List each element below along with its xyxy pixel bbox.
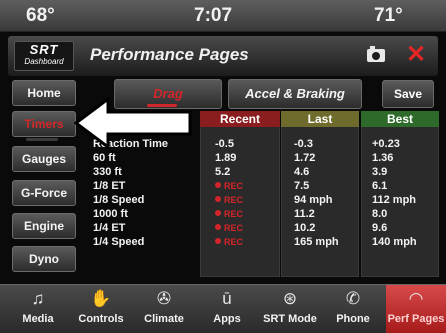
recent-values: -0.5 1.89 5.2 REC REC REC REC REC: [215, 137, 243, 249]
record-dot-icon: [215, 238, 221, 244]
row-label: 330 ft: [93, 166, 122, 178]
nav-phone[interactable]: ✆ Phone: [323, 285, 383, 333]
table-cell-best: 8.0: [372, 208, 388, 220]
last-values: -0.3 1.72 4.6 7.5 94 mph 11.2 10.2 165 mph: [294, 137, 339, 249]
nav-label: Controls: [78, 313, 124, 325]
row-label: 1/8 Speed: [93, 194, 145, 206]
nav-srt-mode[interactable]: ⊛ SRT Mode: [260, 285, 320, 333]
header-recent: Recent: [200, 111, 280, 127]
clock: 7:07: [194, 5, 233, 26]
record-dot-icon: [215, 224, 221, 230]
music-note-icon: ♫: [31, 289, 45, 308]
selection-marker: [26, 138, 58, 141]
table-cell-last: 7.5: [294, 180, 310, 192]
table-cell-recent: REC: [215, 207, 243, 221]
table-cell-last: 1.72: [294, 152, 316, 164]
nav-label: Phone: [336, 313, 370, 325]
left-arrow-icon: [74, 97, 192, 149]
table-cell-best: 9.6: [372, 222, 388, 234]
nav-perf-pages[interactable]: ◠ Perf Pages: [386, 285, 446, 333]
record-dot-icon: [215, 210, 221, 216]
nav-climate[interactable]: ✇ Climate: [134, 285, 194, 333]
best-values: +0.23 1.36 3.9 6.1 112 mph 8.0 9.6 140 mph: [372, 137, 417, 249]
table-cell-recent: REC: [215, 179, 243, 193]
table-cell-last: 11.2: [294, 208, 315, 220]
table-cell-last: -0.3: [294, 138, 313, 150]
record-dot-icon: [215, 182, 221, 188]
nav-controls[interactable]: ✋ Controls: [71, 285, 131, 333]
row-label: 1/8 ET: [93, 180, 126, 192]
sidebar-item-engine[interactable]: Engine: [12, 213, 76, 239]
phone-signal-icon: ✆: [345, 289, 361, 308]
row-labels: Reaction Time 60 ft 330 ft 1/8 ET 1/8 Speed 1…: [93, 137, 168, 249]
srt-dashboard-logo[interactable]: SRT Dashboard: [14, 41, 74, 71]
row-label: 1/4 ET: [93, 222, 126, 234]
sidebar-item-dyno[interactable]: Dyno: [12, 246, 76, 272]
sidebar-item-timers[interactable]: Timers: [12, 111, 76, 137]
record-dot-icon: [215, 196, 221, 202]
table-cell-recent: -0.5: [215, 138, 234, 150]
outside-temp-left: 68°: [26, 5, 55, 26]
table-cell-best: 140 mph: [372, 236, 417, 248]
fan-icon: ✇: [156, 289, 172, 308]
page-title: Performance Pages: [90, 45, 249, 64]
nav-label: Apps: [213, 313, 241, 325]
table-cell-best: 6.1: [372, 180, 388, 192]
table-cell-best: 3.9: [372, 166, 388, 178]
nav-label: SRT Mode: [263, 313, 317, 325]
table-cell-last: 4.6: [294, 166, 310, 178]
table-cell-last: 165 mph: [294, 236, 339, 248]
row-label: 1/4 Speed: [93, 236, 145, 248]
steering-wheel-icon: ⊛: [282, 289, 298, 308]
sidebar-item-home[interactable]: Home: [12, 80, 76, 106]
nav-apps[interactable]: ū Apps: [197, 285, 257, 333]
sidebar-item-g-force[interactable]: G-Force: [12, 180, 76, 206]
bottom-nav-bar: ♫ Media ✋ Controls ✇ Climate ū Apps ⊛ SRT Mode ✆ Ph…: [0, 284, 446, 333]
hand-icon: ✋: [90, 289, 112, 308]
nav-label: Climate: [144, 313, 184, 325]
table-cell-recent: REC: [215, 221, 243, 235]
table-cell-best: +0.23: [372, 138, 400, 150]
table-cell-best: 112 mph: [372, 194, 417, 206]
outside-temp-right: 71°: [374, 5, 403, 26]
tab-accel-braking[interactable]: Accel & Braking: [228, 79, 362, 109]
header-last: Last: [281, 111, 359, 127]
table-cell-last: 10.2: [294, 222, 316, 234]
page-header: SRT Dashboard Performance Pages ✕: [8, 36, 438, 76]
camera-icon[interactable]: [367, 46, 385, 62]
table-cell-recent: 5.2: [215, 166, 231, 178]
nav-label: Perf Pages: [387, 313, 445, 325]
gauge-icon: ◠: [408, 289, 424, 308]
row-label: 60 ft: [93, 152, 116, 164]
sidebar-item-gauges[interactable]: Gauges: [12, 146, 76, 172]
table-cell-best: 1.36: [372, 152, 394, 164]
status-bar: 68° 7:07 71°: [0, 0, 446, 32]
table-cell-recent: REC: [215, 235, 243, 249]
close-icon[interactable]: ✕: [406, 41, 426, 69]
apps-icon: ū: [222, 289, 232, 308]
row-label: 1000 ft: [93, 208, 128, 220]
table-cell-recent: REC: [215, 193, 243, 207]
save-button[interactable]: Save: [382, 80, 434, 108]
header-best: Best: [361, 111, 439, 127]
table-cell-last: 94 mph: [294, 194, 333, 206]
table-cell-recent: 1.89: [215, 152, 237, 164]
nav-media[interactable]: ♫ Media: [8, 285, 68, 333]
nav-label: Media: [22, 313, 54, 325]
